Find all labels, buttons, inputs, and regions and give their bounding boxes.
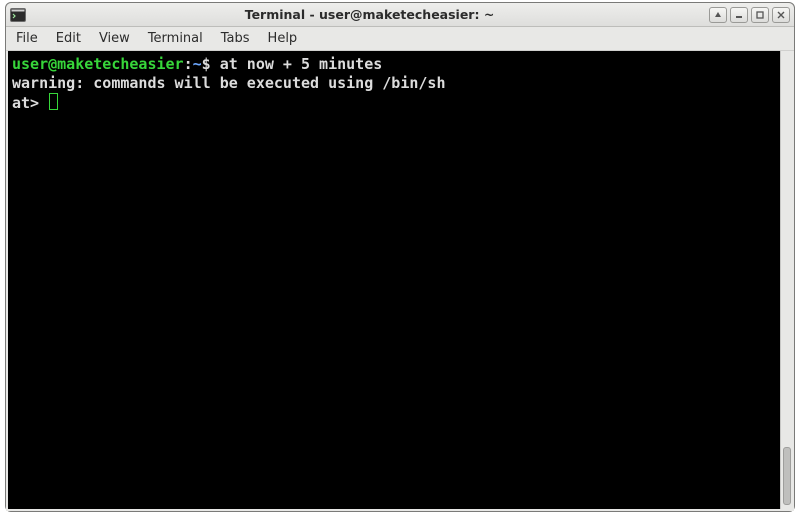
maximize-icon: [756, 11, 764, 19]
menu-terminal[interactable]: Terminal: [146, 29, 205, 48]
maximize-button[interactable]: [751, 7, 769, 23]
close-button[interactable]: [772, 7, 790, 23]
menu-view[interactable]: View: [97, 29, 132, 48]
terminal-icon: [10, 8, 26, 22]
terminal-output[interactable]: user@maketecheasier:~$ at now + 5 minute…: [8, 51, 780, 509]
menu-help[interactable]: Help: [266, 29, 300, 48]
prompt-symbol: $: [202, 55, 211, 73]
scroll-up-button[interactable]: [709, 7, 727, 23]
menubar: File Edit View Terminal Tabs Help: [6, 27, 794, 51]
scrollbar[interactable]: [780, 51, 792, 509]
warning-line: warning: commands will be executed using…: [12, 74, 445, 92]
command-text: at now + 5 minutes: [220, 55, 383, 73]
minimize-button[interactable]: [730, 7, 748, 23]
menu-tabs[interactable]: Tabs: [219, 29, 252, 48]
titlebar[interactable]: Terminal - user@maketecheasier: ~: [6, 3, 794, 27]
close-icon: [777, 11, 785, 19]
prompt-user-host: user@maketecheasier: [12, 55, 184, 73]
terminal-container: user@maketecheasier:~$ at now + 5 minute…: [6, 51, 794, 511]
arrow-up-icon: [714, 11, 722, 19]
minimize-icon: [735, 11, 743, 19]
scrollbar-thumb[interactable]: [783, 447, 791, 505]
prompt-cwd: ~: [193, 55, 202, 73]
window-controls: [709, 7, 790, 23]
menu-file[interactable]: File: [14, 29, 40, 48]
at-prompt: at>: [12, 94, 48, 112]
cursor: [49, 93, 58, 110]
window-title: Terminal - user@maketecheasier: ~: [30, 7, 709, 22]
prompt-separator: :: [184, 55, 193, 73]
menu-edit[interactable]: Edit: [54, 29, 83, 48]
terminal-window: Terminal - user@maketecheasier: ~: [5, 2, 795, 512]
